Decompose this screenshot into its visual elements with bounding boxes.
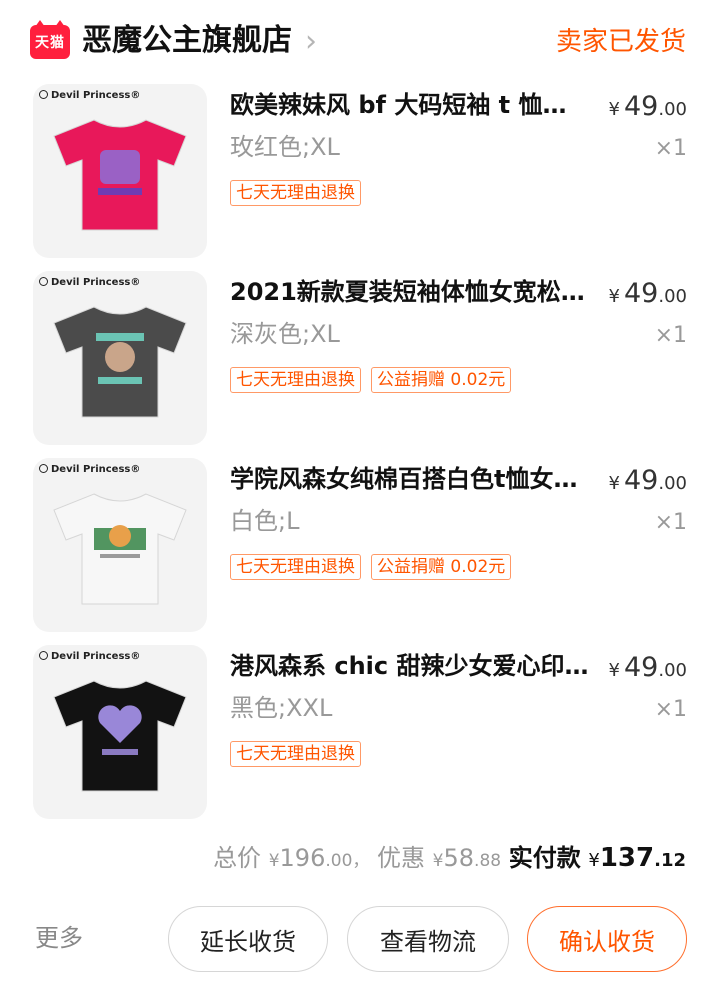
product-price: ¥49.00 <box>608 465 687 496</box>
view-logistics-button[interactable]: 查看物流 <box>347 906 509 972</box>
product-price: ¥49.00 <box>608 278 687 309</box>
confirm-receipt-button[interactable]: 确认收货 <box>527 906 687 972</box>
shop-name[interactable]: 恶魔公主旗舰店 <box>82 20 292 62</box>
paid-label: 实付款 <box>508 844 581 872</box>
product-title[interactable]: 2021新款夏装短袖体恤女宽松印花 <box>230 275 590 309</box>
extend-receipt-button[interactable]: 延长收货 <box>168 906 328 972</box>
product-sku: 黑色;XXL <box>230 694 333 722</box>
product-price: ¥49.00 <box>608 91 687 122</box>
order-item[interactable]: Devil Princess® 欧美辣妹风 bf 大码短袖 t 恤女宽松潮牌 ¥… <box>0 84 720 272</box>
service-tags: 七天无理由退换 公益捐赠 0.02元 <box>230 554 512 580</box>
order-status: 卖家已发货 <box>555 27 686 57</box>
brand-label: Devil Princess® <box>39 90 140 101</box>
total-cents: .00， <box>325 851 370 871</box>
total-label: 总价 <box>213 844 262 872</box>
chevron-right-icon[interactable]: › <box>305 22 317 62</box>
discount-amount: 58 <box>443 844 475 872</box>
service-tags: 七天无理由退换 公益捐赠 0.02元 <box>230 367 512 393</box>
return-policy-tag: 七天无理由退换 <box>230 367 361 393</box>
return-policy-tag: 七天无理由退换 <box>230 554 361 580</box>
tmall-logo: 天猫 <box>30 20 70 59</box>
brand-label: Devil Princess® <box>39 651 140 662</box>
product-thumbnail[interactable]: Devil Princess® <box>33 458 207 632</box>
order-item[interactable]: Devil Princess® 港风森系 chic 甜辣少女爱心印花上衣 ¥49… <box>0 645 720 833</box>
return-policy-tag: 七天无理由退换 <box>230 180 361 206</box>
paid-amount: 137 <box>599 843 655 873</box>
product-price: ¥49.00 <box>608 652 687 683</box>
order-price-summary: 总价 ¥196.00， 优惠 ¥58.88 实付款 ¥137.12 <box>213 840 686 879</box>
discount-cents: .88 <box>474 851 502 871</box>
tshirt-icon <box>53 306 187 418</box>
product-quantity: ×1 <box>654 323 687 348</box>
product-title[interactable]: 港风森系 chic 甜辣少女爱心印花上衣 <box>230 649 590 683</box>
product-title[interactable]: 学院风森女纯棉百搭白色t恤女短袖 <box>230 462 590 496</box>
product-sku: 玫红色;XL <box>230 133 340 161</box>
paid-yen: ¥ <box>588 850 600 871</box>
brand-text: Devil Princess® <box>51 277 141 288</box>
brand-logo-icon <box>39 464 48 473</box>
product-quantity: ×1 <box>654 510 687 535</box>
brand-logo-icon <box>39 90 48 99</box>
total-amount: 196 <box>279 844 326 872</box>
product-quantity: ×1 <box>654 697 687 722</box>
brand-label: Devil Princess® <box>39 464 140 475</box>
total-yen: ¥ <box>268 851 280 871</box>
charity-donation-tag: 公益捐赠 0.02元 <box>371 554 512 580</box>
brand-logo-icon <box>39 651 48 660</box>
product-thumbnail[interactable]: Devil Princess® <box>33 271 207 445</box>
service-tags: 七天无理由退换 <box>230 180 361 206</box>
product-quantity: ×1 <box>654 136 687 161</box>
order-item[interactable]: Devil Princess® 2021新款夏装短袖体恤女宽松印花 ¥49.00… <box>0 271 720 459</box>
tshirt-icon <box>53 680 187 792</box>
product-sku: 白色;L <box>230 507 300 535</box>
discount-label: 优惠 <box>377 844 426 872</box>
paid-cents: .12 <box>654 850 686 871</box>
brand-label: Devil Princess® <box>39 277 140 288</box>
brand-text: Devil Princess® <box>51 90 141 101</box>
tshirt-icon <box>53 493 187 605</box>
product-thumbnail[interactable]: Devil Princess® <box>33 645 207 819</box>
charity-donation-tag: 公益捐赠 0.02元 <box>371 367 512 393</box>
service-tags: 七天无理由退换 <box>230 741 361 767</box>
brand-text: Devil Princess® <box>51 464 141 475</box>
shop-header: 天猫 恶魔公主旗舰店 › 卖家已发货 <box>0 0 720 84</box>
product-sku: 深灰色;XL <box>230 320 340 348</box>
discount-yen: ¥ <box>432 851 444 871</box>
brand-text: Devil Princess® <box>51 651 141 662</box>
product-thumbnail[interactable]: Devil Princess® <box>33 84 207 258</box>
order-item[interactable]: Devil Princess® 学院风森女纯棉百搭白色t恤女短袖 ¥49.00 … <box>0 458 720 646</box>
product-title[interactable]: 欧美辣妹风 bf 大码短袖 t 恤女宽松潮牌 <box>230 88 590 122</box>
tshirt-icon <box>53 119 187 231</box>
brand-logo-icon <box>39 277 48 286</box>
more-actions-link[interactable]: 更多 <box>35 920 83 956</box>
return-policy-tag: 七天无理由退换 <box>230 741 361 767</box>
